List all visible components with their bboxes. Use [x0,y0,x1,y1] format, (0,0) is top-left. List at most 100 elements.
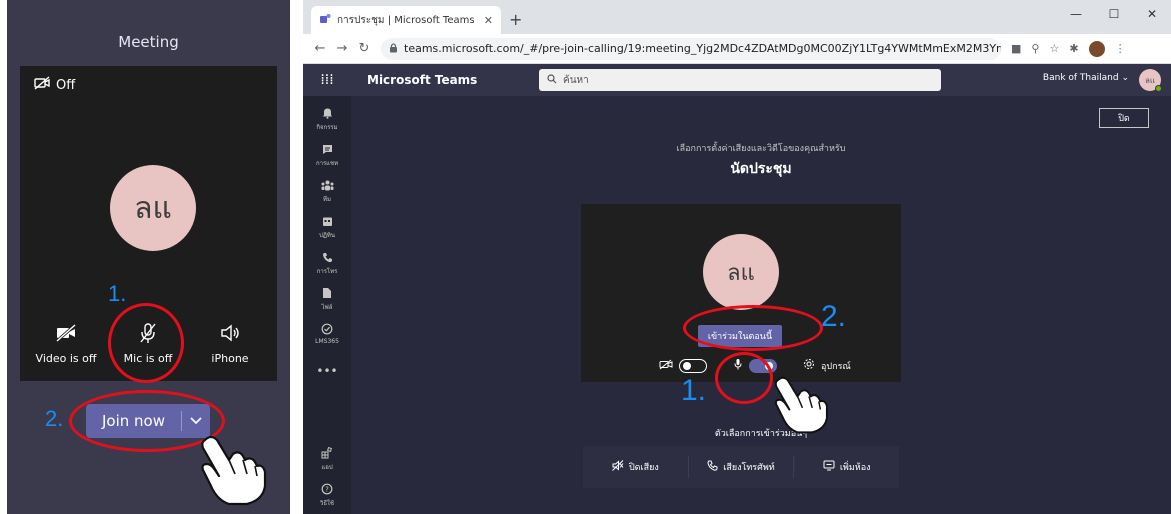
more-apps-icon[interactable]: ••• [303,364,351,378]
url-field[interactable]: teams.microsoft.com/_#/pre-join-calling/… [381,37,1001,60]
rail-label: วิธีใช้ [319,500,335,507]
org-name: Bank of Thailand [1042,73,1119,83]
phone-audio-option[interactable]: เสียงโทรศัพท์ [689,456,795,478]
search-icon [547,73,557,87]
rail-label: แอป [321,464,333,471]
rail-label: การโทร [316,268,338,275]
browser-menu-icon[interactable]: ⋮ [1115,42,1126,55]
phone-audio-label: เสียงโทรศัพท์ [723,463,775,473]
tab-close-icon[interactable]: ✕ [484,14,493,27]
browser-tab[interactable]: การประชุม | Microsoft Teams ✕ [311,6,501,34]
gear-icon[interactable] [803,358,815,373]
step-1-marker: 1. [681,374,707,407]
svg-text:?: ? [325,486,329,494]
avatar: ลแ [703,234,779,310]
video-off-indicator: Off [34,76,75,94]
lms-icon [303,322,351,336]
camera-off-icon [34,76,50,94]
phone-screen: Meeting Off ลแ Video is off Mic is off i [7,0,290,514]
step-1-marker: 1. [108,281,127,306]
add-room-icon [823,460,835,474]
rail-item-files[interactable]: ไฟล์ [303,286,351,312]
rail-item-teams[interactable]: ทีม [303,178,351,204]
close-button[interactable]: ปิด [1099,108,1149,128]
url-text: teams.microsoft.com/_#/pre-join-calling/… [404,42,1001,55]
rail-item-help[interactable]: ? วิธีใช้ [303,482,351,508]
audio-off-icon [612,460,624,474]
new-tab-icon[interactable]: + [509,10,522,29]
help-icon: ? [303,482,351,496]
maximize-icon[interactable]: ☐ [1095,0,1133,28]
video-toggle-button[interactable]: Video is off [26,320,106,365]
teams-icon [303,178,351,192]
tab-strip: การประชุม | Microsoft Teams ✕ + — ☐ ✕ [303,0,1171,34]
audio-off-option[interactable]: ปิดเสียง [583,456,689,478]
step-2-marker: 2. [45,406,64,431]
browser-window: การประชุม | Microsoft Teams ✕ + — ☐ ✕ ← … [303,0,1171,514]
browser-extensions: ■ ⚲ ☆ ✱ ⋮ [1011,40,1126,57]
rail-item-activity[interactable]: กิจกรรม [303,106,351,132]
other-join-options-label: ตัวเลือกการเข้าร่วมอื่นๆ [714,429,808,439]
phone-meeting-title: Meeting [118,33,179,51]
star-icon[interactable]: ☆ [1049,42,1059,55]
step-2-marker: 2. [821,300,847,333]
camera-indicator-icon[interactable]: ■ [1011,42,1021,55]
camera-off-icon [659,359,673,373]
toggle-knob [683,361,691,370]
devices-label[interactable]: อุปกรณ์ [821,359,851,373]
search-placeholder: ค้นหา [563,74,589,86]
audio-off-label: ปิดเสียง [628,463,659,473]
rail-label: ไฟล์ [321,304,333,311]
speaker-icon [190,320,270,346]
rail-item-apps[interactable]: แอป [303,446,351,472]
chat-icon [303,142,351,156]
back-icon[interactable]: ← [309,41,331,56]
rail-item-calls[interactable]: การโทร [303,250,351,276]
add-room-option[interactable]: เพิ่มห้อง [794,456,899,478]
avatar: ลแ [110,165,196,251]
pointing-hand-icon [769,372,831,438]
presence-available-icon [1155,85,1162,92]
join-highlight-ring [683,305,823,351]
profile-avatar[interactable] [1088,40,1105,57]
speaker-label: iPhone [211,352,249,365]
app-launcher-icon[interactable]: ⁞⁞⁞ [303,72,351,88]
phone-audio-icon [707,460,718,474]
phone-icon [303,250,351,264]
bell-icon [303,106,351,120]
speaker-button[interactable]: iPhone [190,320,270,365]
extensions-icon[interactable]: ✱ [1069,42,1078,55]
lock-icon [389,42,398,56]
rail-label: กิจกรรม [316,124,338,131]
rail-item-chat[interactable]: การแชท [303,142,351,168]
rail-label: การแชท [315,160,339,167]
calendar-icon [303,214,351,228]
other-join-options: ปิดเสียง เสียงโทรศัพท์ เพิ่มห้อง [583,446,899,488]
teams-header: ⁞⁞⁞ Microsoft Teams ค้นหา Bank of Thaila… [303,64,1171,96]
video-off-label: Off [56,77,76,93]
pointing-hand-icon [195,430,269,510]
file-icon [303,286,351,300]
user-avatar[interactable]: ลแ [1139,69,1162,92]
window-close-icon[interactable]: ✕ [1133,0,1171,28]
tab-title: การประชุม | Microsoft Teams [337,14,475,26]
mic-highlight-ring [715,352,773,404]
camera-toggle[interactable] [679,358,707,373]
forward-icon[interactable]: → [331,41,353,56]
app-rail: กิจกรรม การแชท ทีม ปฏิทิน การโทร ไฟล์ LM… [303,96,351,514]
rail-item-lms365[interactable]: LMS365 [303,322,351,345]
rail-item-calendar[interactable]: ปฏิทิน [303,214,351,240]
zoom-icon[interactable]: ⚲ [1031,42,1039,55]
search-input[interactable]: ค้นหา [539,69,941,91]
reload-icon[interactable]: ↻ [353,41,375,56]
add-room-label: เพิ่มห้อง [839,463,871,473]
mic-highlight-ring [108,303,184,383]
rail-label: LMS365 [315,338,339,345]
minimize-icon[interactable]: — [1057,0,1095,28]
rail-label: ทีม [323,196,331,203]
meeting-title: นัดประชุม [730,161,792,177]
org-switcher[interactable]: Bank of Thailand ⌄ [1043,73,1129,83]
teams-favicon-icon [319,13,331,28]
video-toggle-label: Video is off [35,352,97,365]
video-off-icon [26,320,106,346]
